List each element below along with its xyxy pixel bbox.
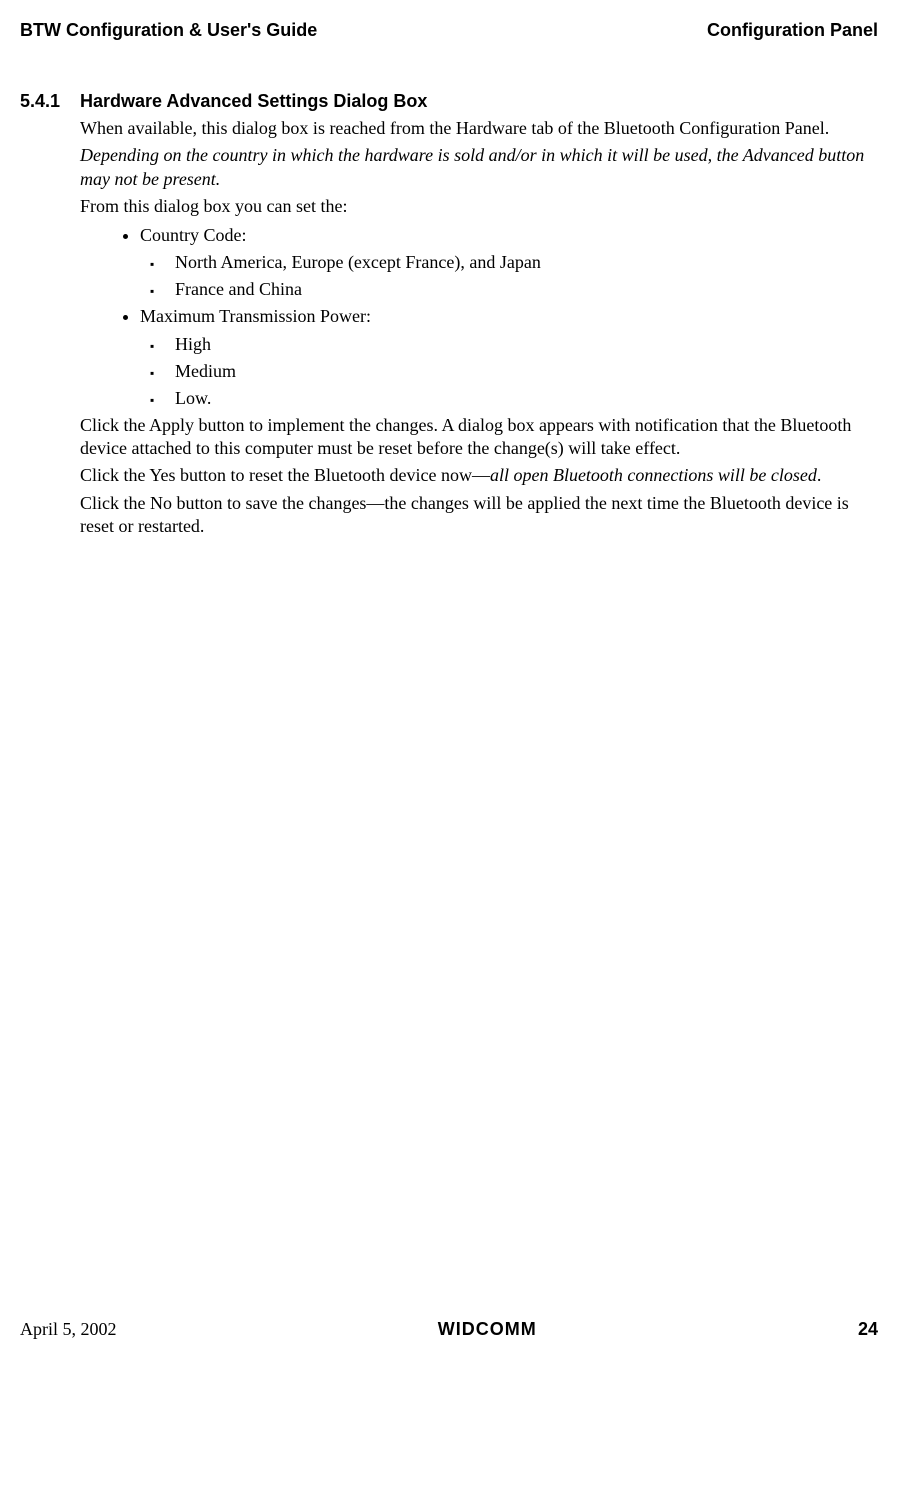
- sub-list: High Medium Low.: [140, 332, 878, 411]
- sub-list-item: Low.: [175, 386, 878, 410]
- sub-list-item: North America, Europe (except France), a…: [175, 250, 878, 274]
- list-item-label: Country Code:: [140, 225, 247, 245]
- paragraph-no: Click the No button to save the changes—…: [80, 492, 878, 539]
- footer-page-number: 24: [858, 1319, 878, 1340]
- paragraph-list-intro: From this dialog box you can set the:: [80, 195, 878, 218]
- section-number: 5.4.1: [20, 91, 75, 112]
- footer-date: April 5, 2002: [20, 1319, 117, 1340]
- sub-list-item: France and China: [175, 277, 878, 301]
- sub-list-item: Medium: [175, 359, 878, 383]
- paragraph-note: Depending on the country in which the ha…: [80, 144, 878, 191]
- list-item: Maximum Transmission Power: High Medium …: [140, 304, 878, 410]
- paragraph-yes: Click the Yes button to reset the Blueto…: [80, 464, 878, 487]
- sub-list: North America, Europe (except France), a…: [140, 250, 878, 302]
- list-item: Country Code: North America, Europe (exc…: [140, 223, 878, 302]
- footer-company: WIDCOMM: [438, 1319, 537, 1340]
- header-left: BTW Configuration & User's Guide: [20, 20, 317, 41]
- paragraph-apply: Click the Apply button to implement the …: [80, 414, 878, 461]
- page-header: BTW Configuration & User's Guide Configu…: [20, 20, 878, 41]
- page-footer: April 5, 2002 WIDCOMM 24: [20, 1319, 878, 1340]
- section-title: Hardware Advanced Settings Dialog Box: [80, 91, 427, 111]
- list-item-label: Maximum Transmission Power:: [140, 306, 371, 326]
- paragraph-intro: When available, this dialog box is reach…: [80, 117, 878, 140]
- body-content: When available, this dialog box is reach…: [80, 117, 878, 539]
- settings-list: Country Code: North America, Europe (exc…: [80, 223, 878, 411]
- sub-list-item: High: [175, 332, 878, 356]
- header-right: Configuration Panel: [707, 20, 878, 41]
- section-heading: 5.4.1 Hardware Advanced Settings Dialog …: [20, 91, 878, 112]
